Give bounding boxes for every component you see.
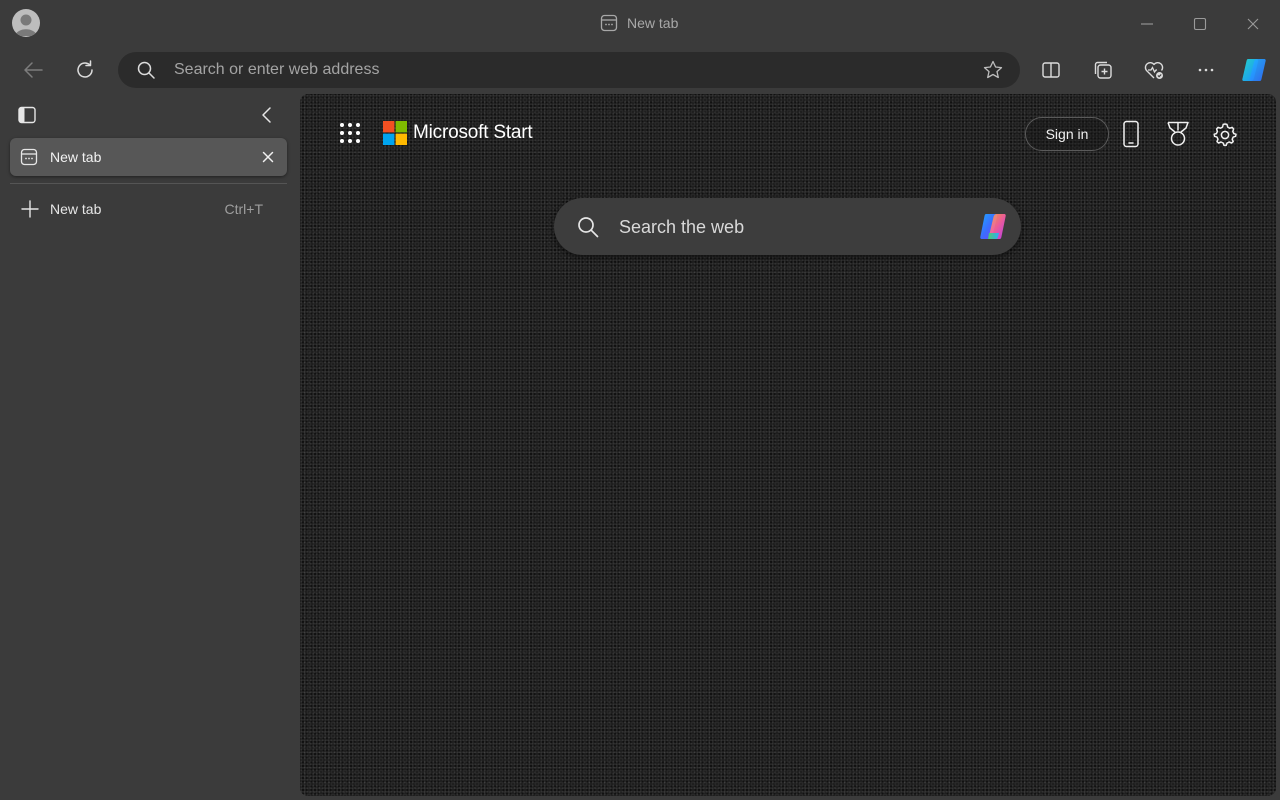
rewards-medal-icon bbox=[1167, 121, 1189, 146]
collections-icon bbox=[1094, 61, 1112, 79]
minimize-button[interactable] bbox=[1135, 12, 1159, 36]
search-icon bbox=[136, 60, 156, 80]
maximize-button[interactable] bbox=[1188, 12, 1212, 36]
web-search-box[interactable]: Search the web bbox=[554, 198, 1021, 255]
tab-page-icon bbox=[20, 148, 38, 166]
new-tab-page: Microsoft Start Sign in Search the web bbox=[300, 94, 1276, 796]
mobile-app-button[interactable] bbox=[1117, 120, 1145, 148]
tab-label: New tab bbox=[50, 149, 102, 165]
new-tab-button[interactable]: New tab Ctrl+T bbox=[10, 194, 287, 224]
more-button[interactable] bbox=[1190, 54, 1222, 86]
gear-icon bbox=[1213, 123, 1237, 147]
address-bar[interactable]: Search or enter web address bbox=[118, 52, 1020, 88]
browser-toolbar: Search or enter web address bbox=[0, 46, 1280, 94]
back-button[interactable] bbox=[17, 54, 49, 86]
close-icon bbox=[1247, 18, 1259, 30]
new-tab-label: New tab bbox=[50, 201, 102, 217]
copilot-icon[interactable] bbox=[975, 209, 1011, 245]
split-screen-icon bbox=[1042, 62, 1060, 78]
tab-page-icon bbox=[600, 14, 618, 32]
browser-essentials-icon bbox=[1144, 62, 1164, 79]
search-icon bbox=[576, 215, 600, 239]
collapse-pane-button[interactable] bbox=[256, 104, 280, 128]
vertical-tabs-pane: New tab New tab Ctrl+T bbox=[0, 94, 298, 800]
maximize-icon bbox=[1193, 17, 1207, 31]
sign-in-button[interactable]: Sign in bbox=[1025, 117, 1109, 151]
back-icon bbox=[24, 62, 43, 78]
chevron-left-icon bbox=[262, 107, 271, 123]
window-title: New tab bbox=[600, 13, 678, 33]
close-window-button[interactable] bbox=[1241, 12, 1265, 36]
plus-icon bbox=[20, 199, 40, 219]
collections-button[interactable] bbox=[1087, 54, 1119, 86]
favorite-star-icon[interactable] bbox=[982, 59, 1004, 81]
brand-title[interactable]: Microsoft Start bbox=[413, 122, 533, 144]
close-icon bbox=[262, 151, 274, 163]
rewards-button[interactable] bbox=[1164, 120, 1192, 148]
tab-new-tab[interactable]: New tab bbox=[10, 138, 287, 176]
split-screen-button[interactable] bbox=[1035, 54, 1067, 86]
profile-avatar-icon[interactable] bbox=[12, 9, 40, 37]
refresh-icon bbox=[77, 60, 93, 78]
app-launcher-button[interactable] bbox=[338, 121, 362, 145]
tab-actions-menu-button[interactable] bbox=[16, 104, 40, 128]
address-placeholder: Search or enter web address bbox=[174, 61, 380, 78]
microsoft-logo-icon bbox=[383, 121, 407, 145]
sidebar-divider bbox=[10, 183, 287, 184]
app-grid-icon bbox=[340, 123, 360, 143]
copilot-icon bbox=[1242, 59, 1266, 81]
phone-icon bbox=[1123, 120, 1139, 148]
title-bar: New tab bbox=[0, 0, 1280, 46]
page-settings-button[interactable] bbox=[1211, 120, 1239, 148]
minimize-icon bbox=[1141, 23, 1153, 25]
new-tab-shortcut: Ctrl+T bbox=[224, 201, 264, 217]
copilot-button[interactable] bbox=[1238, 54, 1270, 86]
web-search-placeholder: Search the web bbox=[619, 217, 745, 237]
refresh-button[interactable] bbox=[69, 54, 101, 86]
close-tab-button[interactable] bbox=[259, 148, 277, 166]
window-title-text: New tab bbox=[627, 15, 679, 31]
tab-actions-icon bbox=[18, 106, 36, 124]
browser-essentials-button[interactable] bbox=[1138, 54, 1170, 86]
more-icon bbox=[1198, 68, 1214, 72]
